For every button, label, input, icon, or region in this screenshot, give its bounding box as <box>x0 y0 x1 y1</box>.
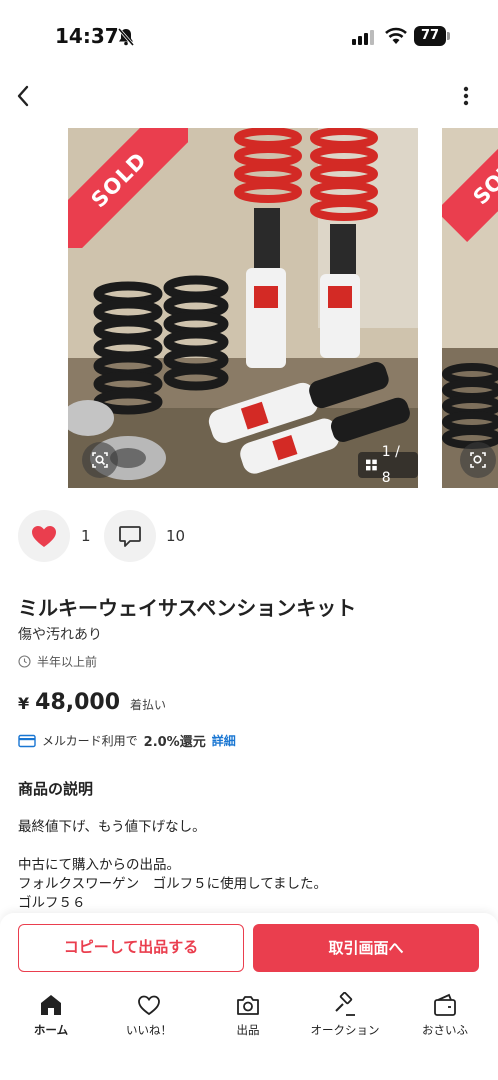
item-condition: 傷や汚れあり <box>18 627 102 643</box>
next-image-peek[interactable]: SOLD <box>442 128 498 488</box>
zoom-image-button[interactable] <box>82 442 118 478</box>
description-line: 最終値下げ、もう値下げなし。 <box>18 819 206 835</box>
sold-ribbon: SOLD <box>68 128 188 248</box>
mercard-promo: メルカード利用で 2.0%還元 詳細 <box>18 731 236 750</box>
tab-sell[interactable]: 出品 <box>203 988 293 1044</box>
battery-indicator: 77 <box>414 26 450 46</box>
status-bar: 14:37 77 <box>0 0 498 70</box>
sold-label: SOLD <box>68 128 188 248</box>
image-counter: 1 / 8 <box>358 444 418 486</box>
description-line: ゴルフ５６ <box>18 895 86 911</box>
comment-button[interactable] <box>104 510 156 562</box>
gavel-icon <box>335 992 355 1016</box>
back-arrow-icon[interactable] <box>12 82 36 110</box>
tab-wallet-label: おさいふ <box>422 1023 468 1037</box>
clock-icon <box>18 655 31 668</box>
zoom-icon <box>92 452 108 468</box>
item-description: 最終値下げ、もう値下げなし。 中古にて購入からの出品。 フォルクスワーゲン ゴル… <box>18 818 478 913</box>
currency-symbol: ¥ <box>18 694 30 713</box>
heart-icon <box>32 526 56 547</box>
posted-time-text: 半年以上前 <box>37 655 98 669</box>
mercard-rate: 2.0%還元 <box>143 735 206 750</box>
tab-likes-label: いいね！ <box>126 1023 172 1037</box>
battery-level: 77 <box>414 26 446 46</box>
like-count: 1 <box>81 527 91 545</box>
next-sold-ribbon: SOLD <box>442 128 498 248</box>
wallet-icon <box>434 993 456 1016</box>
tab-wallet[interactable]: おさいふ <box>400 988 490 1044</box>
description-heading: 商品の説明 <box>18 780 94 798</box>
description-line: 中古にて購入からの出品。 <box>18 857 180 873</box>
credit-card-icon <box>18 734 36 747</box>
tab-home-label: ホーム <box>33 1023 69 1037</box>
image-counter-text: 1 / 8 <box>381 444 400 486</box>
tab-auction-label: オークション <box>310 1023 380 1037</box>
wifi-icon <box>385 27 407 44</box>
like-button[interactable] <box>18 510 70 562</box>
zoom-icon <box>470 452 486 468</box>
heart-outline-icon <box>138 995 160 1016</box>
price-row: ¥ 48,000 着払い <box>18 690 166 715</box>
item-price: 48,000 <box>35 690 121 715</box>
item-title: ミルキーウェイサスペンションキット <box>18 596 357 620</box>
comment-count: 10 <box>166 527 186 545</box>
copy-and-list-button[interactable]: コピーして出品する <box>18 924 244 972</box>
mercard-detail-link[interactable]: 詳細 <box>212 732 236 749</box>
shipping-method: 着払い <box>130 698 167 712</box>
posted-time: 半年以上前 <box>18 653 97 670</box>
home-icon <box>41 995 61 1015</box>
next-sold-label: SOLD <box>442 128 498 242</box>
tab-likes[interactable]: いいね！ <box>104 988 194 1044</box>
grid-icon <box>366 459 377 471</box>
signal-icon <box>352 30 374 45</box>
item-image-carousel[interactable]: SOLD 1 / 8 <box>68 128 418 488</box>
more-menu-icon[interactable] <box>456 84 476 108</box>
mercard-text: メルカード利用で <box>42 734 138 748</box>
description-line: フォルクスワーゲン ゴルフ５に使用してました。 <box>18 876 328 892</box>
comment-icon <box>119 526 141 547</box>
trade-screen-button[interactable]: 取引画面へ <box>253 924 479 972</box>
tab-home[interactable]: ホーム <box>6 988 96 1044</box>
bell-off-icon <box>117 28 135 46</box>
tab-auction[interactable]: オークション <box>300 988 390 1044</box>
tab-sell-label: 出品 <box>236 1023 260 1037</box>
bottom-tab-bar: ホーム いいね！ 出品 オークション おさいふ <box>0 988 498 1048</box>
camera-icon <box>237 996 259 1015</box>
status-time: 14:37 <box>55 24 119 48</box>
next-zoom-button[interactable] <box>460 442 496 478</box>
